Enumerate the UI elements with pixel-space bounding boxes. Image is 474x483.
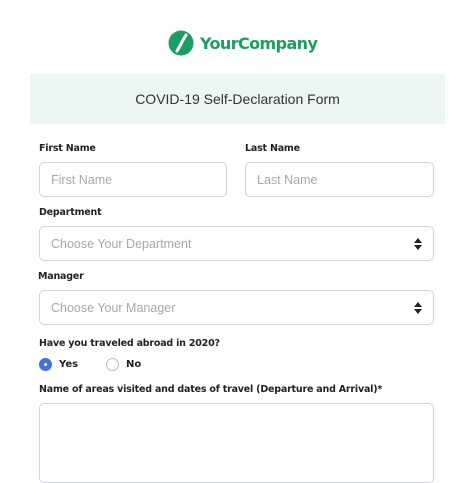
department-select[interactable]: Choose Your Department xyxy=(39,226,434,261)
areas-visited-label: Name of areas visited and dates of trave… xyxy=(39,384,383,395)
company-logo: YourCompany xyxy=(168,30,318,56)
manager-selected-value: Choose Your Manager xyxy=(51,300,176,315)
radio-unchecked-icon[interactable] xyxy=(106,358,119,371)
first-name-label: First Name xyxy=(39,143,96,154)
traveled-no-label: No xyxy=(126,359,142,370)
select-updown-icon xyxy=(414,237,422,250)
form-title: COVID-19 Self-Declaration Form xyxy=(135,91,340,107)
department-label: Department xyxy=(39,207,102,218)
traveled-question-label: Have you traveled abroad in 2020? xyxy=(39,338,220,349)
first-name-field xyxy=(39,162,227,197)
areas-visited-textarea[interactable] xyxy=(39,403,434,483)
company-name: YourCompany xyxy=(200,33,318,53)
logo-leaf-icon xyxy=(168,30,194,56)
traveled-no-option[interactable]: No xyxy=(106,358,141,371)
last-name-field xyxy=(245,162,434,197)
select-updown-icon xyxy=(414,301,422,314)
traveled-yes-option[interactable]: Yes xyxy=(39,358,78,371)
radio-checked-icon[interactable] xyxy=(39,358,52,371)
first-name-input[interactable] xyxy=(40,163,226,196)
manager-select[interactable]: Choose Your Manager xyxy=(39,290,434,325)
last-name-label: Last Name xyxy=(245,143,300,154)
last-name-input[interactable] xyxy=(246,163,433,196)
department-selected-value: Choose Your Department xyxy=(51,236,192,251)
manager-label: Manager xyxy=(38,271,84,282)
form-title-banner: COVID-19 Self-Declaration Form xyxy=(30,74,445,124)
traveled-yes-label: Yes xyxy=(59,359,79,370)
